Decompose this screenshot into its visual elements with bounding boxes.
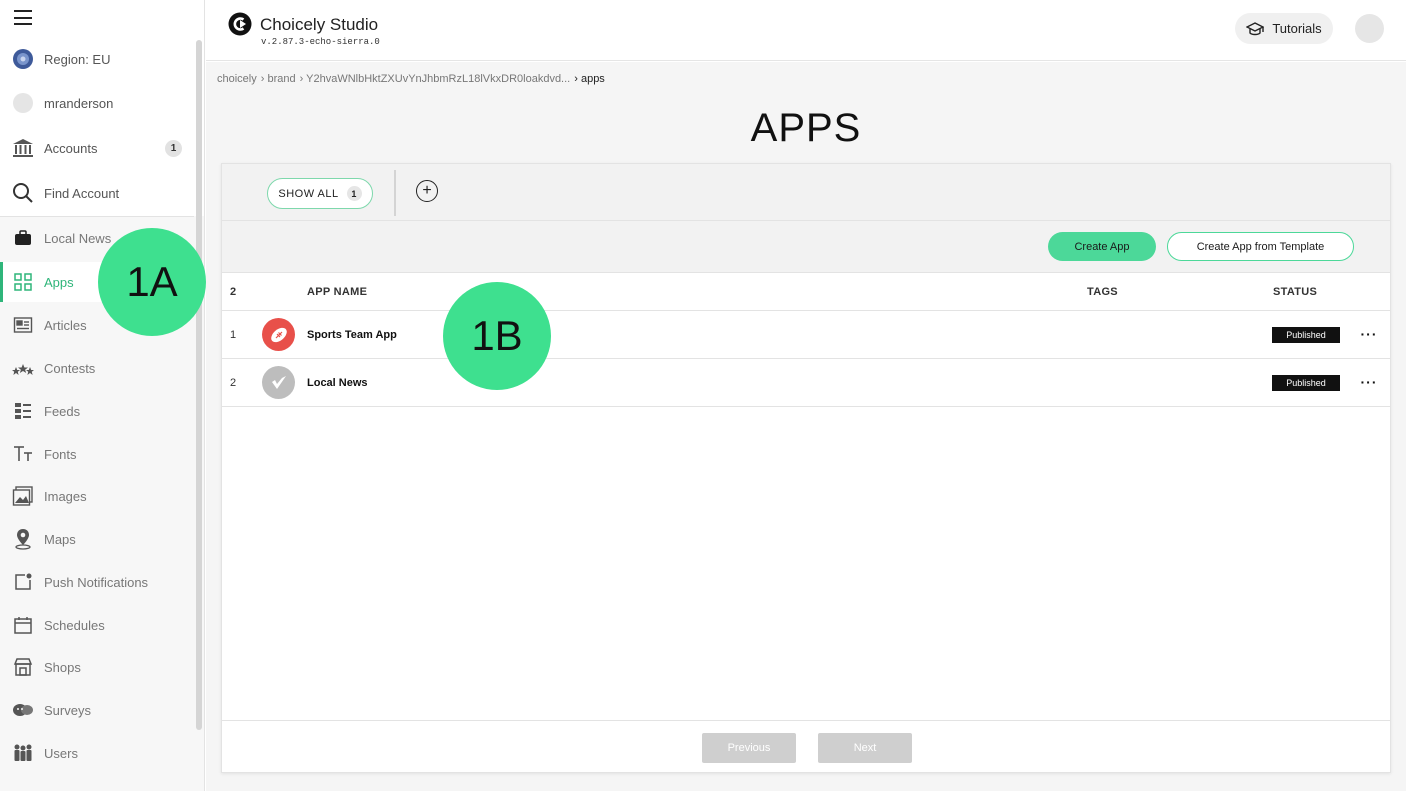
- sidebar-item-images[interactable]: Images: [0, 476, 194, 516]
- sidebar-item-label: Images: [44, 488, 87, 504]
- breadcrumb: choicely › brand › Y2hvaWNlbHktZXUvYnJhb…: [217, 73, 605, 85]
- sidebar-item-shops[interactable]: Shops: [0, 647, 194, 687]
- football-icon: [262, 318, 295, 351]
- table-header: 2 APP NAME TAGS STATUS: [222, 274, 1390, 311]
- filter-divider: [394, 170, 396, 216]
- font-icon: [12, 443, 34, 465]
- sidebar-item-label: Find Account: [44, 185, 120, 201]
- callout-1b: 1B: [443, 282, 551, 390]
- sidebar-item-label: Surveys: [44, 702, 91, 718]
- breadcrumb-item-apps: › apps: [574, 73, 605, 85]
- next-page-button[interactable]: Next: [818, 733, 912, 763]
- table-row[interactable]: 1 Sports Team App Published ···: [222, 311, 1390, 359]
- show-all-label: SHOW ALL: [278, 187, 339, 200]
- grid-icon: [12, 271, 34, 293]
- article-icon: [12, 314, 34, 336]
- sidebar-item-feeds[interactable]: Feeds: [0, 391, 194, 431]
- sidebar-item-label: Region: EU: [44, 51, 111, 67]
- tutorials-label: Tutorials: [1272, 21, 1322, 36]
- column-header-app-name[interactable]: APP NAME: [307, 286, 367, 298]
- row-number: 1: [230, 329, 237, 341]
- row-number: 2: [230, 377, 237, 389]
- show-all-filter[interactable]: SHOW ALL 1: [267, 178, 373, 209]
- briefcase-icon: [12, 227, 34, 249]
- calendar-icon: [12, 614, 34, 636]
- survey-icon: [12, 699, 34, 721]
- sidebar-item-region[interactable]: Region: EU: [0, 39, 194, 79]
- app-name[interactable]: Sports Team App: [307, 329, 397, 341]
- shop-icon: [12, 656, 34, 678]
- stars-icon: [12, 357, 34, 379]
- image-icon: [12, 485, 34, 507]
- user-avatar[interactable]: [1355, 14, 1384, 43]
- sidebar-item-schedules[interactable]: Schedules: [0, 605, 194, 645]
- sidebar-item-label: mranderson: [44, 95, 114, 111]
- add-filter-button[interactable]: +: [416, 180, 438, 202]
- sidebar-item-label: Maps: [44, 531, 76, 547]
- sidebar: Region: EU mranderson Accounts 1 Find Ac…: [0, 0, 205, 791]
- users-icon: [12, 742, 34, 764]
- create-app-button[interactable]: Create App: [1048, 232, 1156, 261]
- filter-bar: SHOW ALL 1 +: [222, 164, 1390, 221]
- search-icon: [12, 182, 34, 204]
- more-options-icon[interactable]: ···: [1359, 372, 1379, 392]
- more-options-icon[interactable]: ···: [1359, 324, 1379, 344]
- breadcrumb-item-choicely[interactable]: choicely: [217, 73, 257, 85]
- sidebar-item-user[interactable]: mranderson: [0, 83, 194, 123]
- status-badge: Published: [1272, 327, 1340, 343]
- status-badge: Published: [1272, 375, 1340, 391]
- choicely-logo-icon[interactable]: [228, 12, 252, 36]
- version-label: v.2.87.3-echo-sierra.0: [261, 37, 380, 47]
- sidebar-item-label: Accounts: [44, 140, 98, 156]
- sidebar-item-label: Users: [44, 745, 78, 761]
- sidebar-item-label: Feeds: [44, 403, 81, 419]
- sidebar-item-fonts[interactable]: Fonts: [0, 434, 194, 474]
- previous-page-button[interactable]: Previous: [702, 733, 796, 763]
- sidebar-scrollbar[interactable]: [196, 40, 202, 730]
- map-pin-icon: [12, 528, 34, 550]
- feed-icon: [12, 400, 34, 422]
- sidebar-item-contests[interactable]: Contests: [0, 348, 194, 388]
- breadcrumb-item-brand[interactable]: › brand: [261, 73, 296, 85]
- accounts-count-badge: 1: [165, 139, 182, 157]
- tutorials-button[interactable]: Tutorials: [1235, 13, 1333, 44]
- apps-panel: SHOW ALL 1 + Create App Create App from …: [221, 163, 1391, 773]
- sidebar-item-accounts[interactable]: Accounts 1: [0, 128, 194, 168]
- column-header-status[interactable]: STATUS: [1273, 286, 1317, 298]
- sidebar-item-label: Contests: [44, 360, 96, 376]
- bank-icon: [12, 137, 34, 159]
- sidebar-item-surveys[interactable]: Surveys: [0, 690, 194, 730]
- plus-icon: +: [422, 182, 432, 199]
- table-row[interactable]: 2 Local News Published ···: [222, 359, 1390, 407]
- top-header: Choicely Studio v.2.87.3-echo-sierra.0 T…: [206, 0, 1406, 61]
- callout-1a: 1A: [98, 228, 206, 336]
- sidebar-item-push-notifications[interactable]: Push Notifications: [0, 562, 194, 602]
- globe-icon: [12, 48, 34, 70]
- action-bar: Create App Create App from Template: [222, 221, 1390, 273]
- page-title: APPS: [750, 106, 862, 150]
- sidebar-item-label: Fonts: [44, 446, 77, 462]
- menu-icon[interactable]: [14, 10, 32, 25]
- create-app-from-template-button[interactable]: Create App from Template: [1167, 232, 1354, 261]
- sidebar-item-label: Push Notifications: [44, 574, 149, 590]
- graduation-cap-icon: [1246, 21, 1265, 37]
- show-all-count-badge: 1: [346, 186, 362, 201]
- row-count: 2: [230, 286, 237, 298]
- breadcrumb-item-brand-id[interactable]: › Y2hvaWNlbHktZXUvYnJhbmRzL18lVkxDR0loak…: [300, 73, 571, 85]
- sidebar-divider: [0, 216, 194, 217]
- avatar-icon: [12, 92, 34, 114]
- sidebar-item-label: Schedules: [44, 617, 105, 633]
- check-logo-icon: [262, 366, 295, 399]
- sidebar-item-maps[interactable]: Maps: [0, 519, 194, 559]
- column-header-tags[interactable]: TAGS: [1087, 286, 1118, 298]
- sidebar-item-label: Shops: [44, 659, 81, 675]
- pagination: Previous Next: [222, 720, 1390, 774]
- sidebar-item-users[interactable]: Users: [0, 733, 194, 773]
- notification-icon: [12, 571, 34, 593]
- sidebar-item-find-account[interactable]: Find Account: [0, 173, 194, 213]
- app-title: Choicely Studio: [260, 15, 379, 34]
- app-name[interactable]: Local News: [307, 377, 368, 389]
